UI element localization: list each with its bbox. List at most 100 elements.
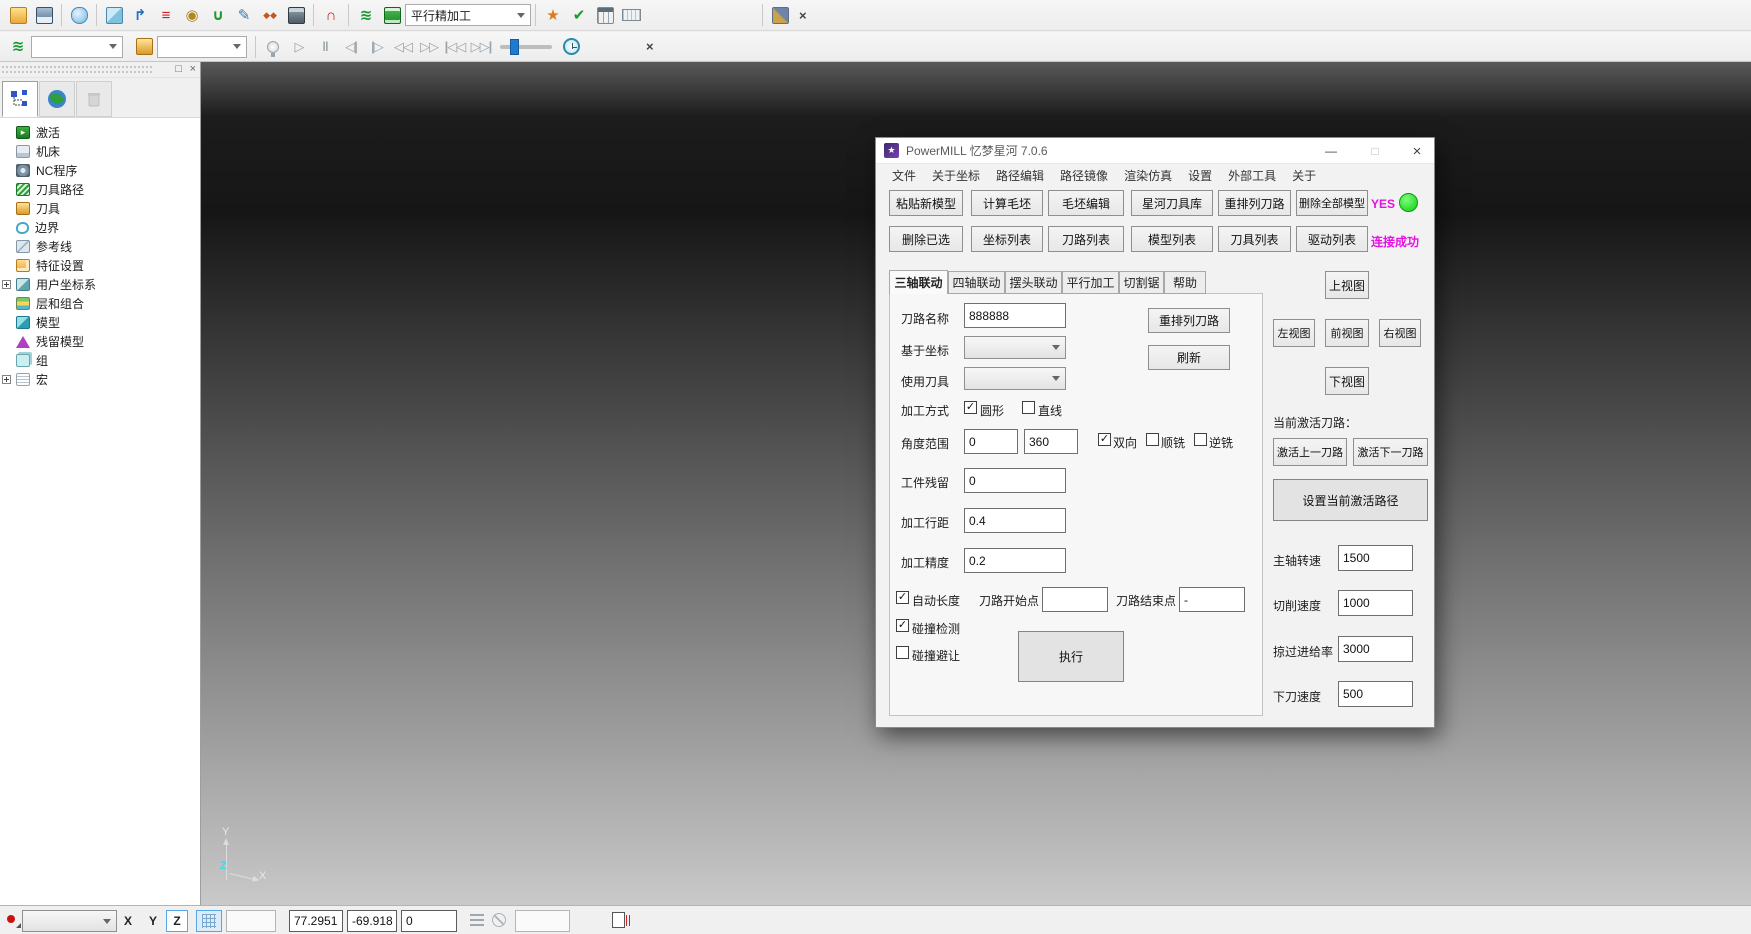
toolpath-name-input[interactable] [964, 303, 1066, 328]
axis-y-button[interactable]: Y [142, 910, 164, 932]
tool-list-button[interactable]: 刀具列表 [1218, 226, 1291, 252]
calculate-icon[interactable]: ★ [540, 3, 566, 28]
step-forward-icon[interactable]: |▷ [364, 34, 390, 59]
tree-item-nc-programs[interactable]: NC程序 [0, 161, 200, 180]
go-end-icon[interactable]: ▷▷| [468, 34, 494, 59]
block-icon[interactable] [101, 3, 127, 28]
menu-settings[interactable]: 设置 [1180, 167, 1220, 184]
coord-select[interactable] [964, 336, 1066, 359]
tab-explorer-trash[interactable] [76, 81, 112, 117]
view-left-button[interactable]: 左视图 [1273, 319, 1315, 347]
record-indicator-icon[interactable] [5, 912, 21, 928]
float-panel-icon[interactable]: □ [175, 63, 182, 75]
save-icon[interactable] [31, 3, 57, 28]
tool-axis-icon[interactable]: ∩ [318, 3, 344, 28]
bidirectional-checkbox[interactable]: ✓ [1098, 433, 1111, 446]
strategy-list-icon[interactable] [379, 3, 405, 28]
stock-input[interactable] [964, 468, 1066, 493]
fast-forward-icon[interactable]: ▷▷ [416, 34, 442, 59]
speed-slider-handle[interactable] [510, 39, 519, 55]
go-start-icon[interactable]: |◁◁ [442, 34, 468, 59]
panel-grip[interactable]: □ × [0, 62, 200, 78]
tree-item-toolpaths[interactable]: 刀具路径 [0, 180, 200, 199]
tree-item-macros[interactable]: 宏 [0, 370, 200, 389]
tool-icon[interactable] [131, 34, 157, 59]
menu-about-coords[interactable]: 关于坐标 [924, 167, 988, 184]
grid-toggle-button[interactable] [196, 910, 222, 932]
calculator-icon[interactable] [592, 3, 618, 28]
point-distribution-icon[interactable]: ◆◆ [257, 3, 283, 28]
tab-4axis[interactable]: 四轴联动 [948, 271, 1005, 294]
tool-library-button[interactable]: 星河刀具库 [1131, 190, 1213, 216]
dialog-titlebar[interactable]: ★ PowerMILL 忆梦星河 7.0.6 — □ × [876, 138, 1434, 164]
statusbar-field[interactable] [226, 910, 276, 932]
tree-item-activate[interactable]: ▸激活 [0, 123, 200, 142]
menu-file[interactable]: 文件 [884, 167, 924, 184]
expand-icon[interactable] [2, 375, 11, 384]
collision-check-checkbox[interactable]: ✓ [896, 619, 909, 632]
tab-parallel[interactable]: 平行加工 [1062, 271, 1119, 294]
measure-icon[interactable] [618, 3, 644, 28]
view-right-button[interactable]: 右视图 [1379, 319, 1421, 347]
edit-toolpath-icon[interactable]: ✎ [231, 3, 257, 28]
block-edit-button[interactable]: 毛坯编辑 [1048, 190, 1124, 216]
maximize-button[interactable]: □ [1358, 138, 1392, 164]
toolpath-icon[interactable]: ≋ [5, 34, 31, 59]
spindle-speed-input[interactable] [1338, 545, 1413, 571]
auto-length-checkbox[interactable]: ✓ [896, 591, 909, 604]
probe-icon[interactable] [492, 913, 506, 927]
leads-and-links-icon[interactable]: ∪ [205, 3, 231, 28]
close-toolbar-icon[interactable]: × [793, 8, 813, 23]
statusbar-field-2[interactable] [515, 910, 570, 932]
toolpath-list-button[interactable]: 刀路列表 [1048, 226, 1124, 252]
activate-next-button[interactable]: 激活下一刀路 [1353, 438, 1428, 466]
stepover-input[interactable] [964, 508, 1066, 533]
toolpath-icon[interactable]: ≋ [353, 3, 379, 28]
tree-item-feature-sets[interactable]: 特征设置 [0, 256, 200, 275]
print-preview-icon[interactable] [66, 3, 92, 28]
set-active-path-button[interactable]: 设置当前激活路径 [1273, 479, 1428, 521]
speed-slider[interactable] [500, 45, 552, 49]
tool-block-icon[interactable] [283, 3, 309, 28]
execute-button[interactable]: 执行 [1018, 631, 1124, 682]
tree-item-levels-and-sets[interactable]: 层和组合 [0, 294, 200, 313]
tree-item-tools[interactable]: 刀具 [0, 199, 200, 218]
play-icon[interactable]: ▷ [286, 34, 312, 59]
menu-external-tools[interactable]: 外部工具 [1220, 167, 1284, 184]
step-back-icon[interactable]: ◁| [338, 34, 364, 59]
close-button[interactable]: × [1400, 138, 1434, 164]
tab-3axis[interactable]: 三轴联动 [889, 270, 948, 294]
batch-verify-icon[interactable]: ✔ [566, 3, 592, 28]
circle-checkbox[interactable]: ✓ [964, 401, 977, 414]
tolerance-input[interactable] [964, 548, 1066, 573]
menu-path-mirror[interactable]: 路径镜像 [1052, 167, 1116, 184]
view-top-button[interactable]: 上视图 [1325, 271, 1369, 299]
model-list-button[interactable]: 模型列表 [1131, 226, 1213, 252]
tool-pair-icon[interactable] [767, 3, 793, 28]
menu-path-edit[interactable]: 路径编辑 [988, 167, 1052, 184]
tool-select[interactable] [964, 367, 1066, 390]
tool-dropdown[interactable] [157, 36, 247, 58]
calc-block-button[interactable]: 计算毛坯 [971, 190, 1043, 216]
delete-selected-button[interactable]: 删除已选 [889, 226, 963, 252]
statusbar-dropdown[interactable] [22, 910, 117, 932]
refresh-button[interactable]: 刷新 [1148, 345, 1230, 370]
start-point-icon[interactable]: ◉ [179, 3, 205, 28]
strategy-dropdown[interactable]: 平行精加工 [405, 4, 531, 26]
paste-new-model-button[interactable]: 粘贴新模型 [889, 190, 963, 216]
end-point-input[interactable] [1179, 587, 1245, 612]
plunge-speed-input[interactable] [1338, 681, 1413, 707]
menu-about[interactable]: 关于 [1284, 167, 1324, 184]
collision-avoid-checkbox[interactable] [896, 646, 909, 659]
skim-feed-input[interactable] [1338, 636, 1413, 662]
tree-item-machine-tool[interactable]: 机床 [0, 142, 200, 161]
expand-icon[interactable] [2, 280, 11, 289]
climb-checkbox[interactable] [1146, 433, 1159, 446]
tab-explorer-tree[interactable] [2, 81, 38, 117]
angle-start-input[interactable] [964, 429, 1018, 454]
view-bottom-button[interactable]: 下视图 [1325, 367, 1369, 395]
tree-item-workplanes[interactable]: 用户坐标系 [0, 275, 200, 294]
coord-list-button[interactable]: 坐标列表 [971, 226, 1043, 252]
lightbulb-icon[interactable] [260, 34, 286, 59]
tree-item-boundaries[interactable]: 边界 [0, 218, 200, 237]
